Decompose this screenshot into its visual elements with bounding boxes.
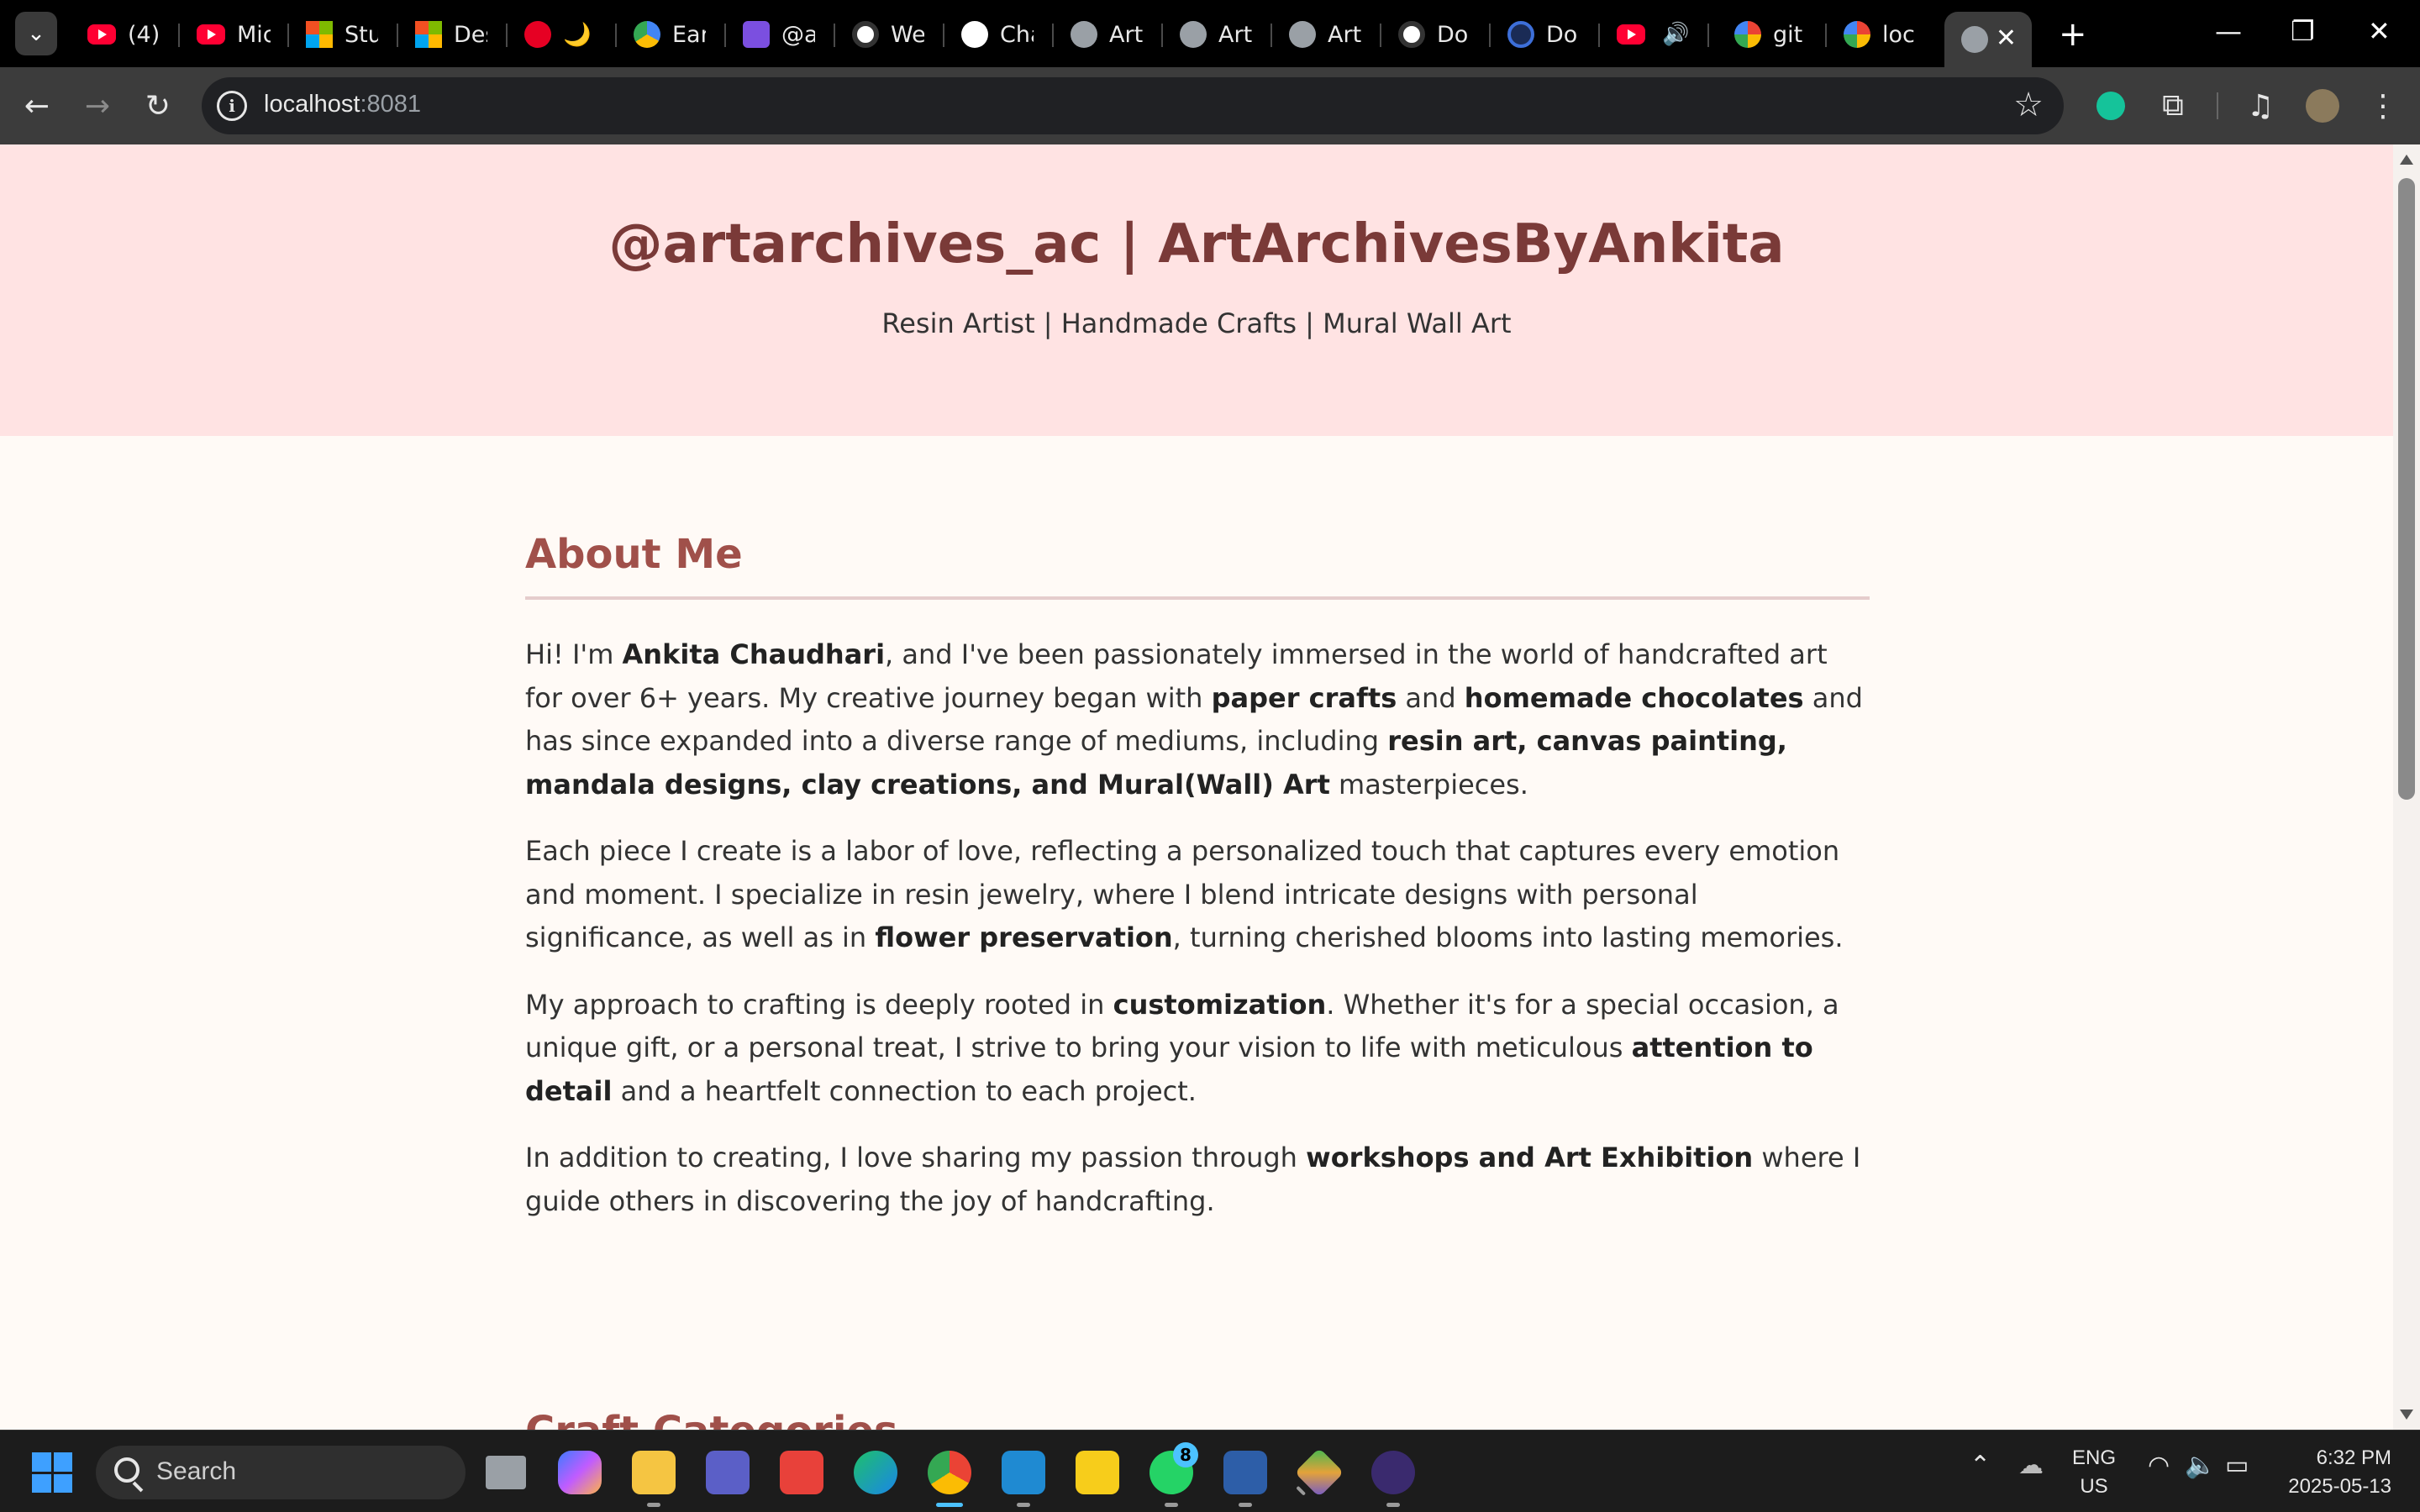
extensions-puzzle-icon[interactable]: ⧉ [2153, 86, 2193, 126]
tab[interactable]: Cha [944, 12, 1054, 57]
tab[interactable]: We [835, 12, 944, 57]
tab[interactable]: (4) [71, 12, 180, 57]
vscode-icon[interactable] [1002, 1451, 1045, 1507]
scroll-thumb[interactable] [2398, 178, 2415, 800]
openai-icon [852, 21, 879, 48]
calendar-icon [743, 21, 770, 48]
windows-start-icon[interactable] [32, 1452, 72, 1493]
tab[interactable]: Art [1054, 12, 1163, 57]
site-info-icon[interactable]: i [217, 91, 247, 121]
onedrive-icon[interactable]: ☁ [2018, 1451, 2044, 1480]
google-icon [1844, 21, 1870, 48]
tab[interactable]: Art [1163, 12, 1272, 57]
git-app-icon[interactable] [1294, 1447, 1344, 1498]
whatsapp-badge: 8 [1173, 1442, 1198, 1467]
speaker-icon: 🔊 [1662, 22, 1690, 47]
show-hidden-icons-icon[interactable]: ⌃ [1970, 1451, 1991, 1480]
close-window-icon[interactable]: ✕ [2368, 15, 2391, 47]
address-bar[interactable]: i localhost:8081 ☆ [202, 77, 2064, 134]
globe-icon [1180, 21, 1207, 48]
youtube-icon [197, 24, 225, 45]
about-section: About Me Hi! I'm Ankita Chaudhari, and I… [525, 531, 1870, 1223]
profile-avatar[interactable] [2302, 86, 2343, 126]
about-paragraph-4: In addition to creating, I love sharing … [525, 1142, 1861, 1217]
docs-icon [1507, 21, 1534, 48]
wifi-icon[interactable]: ◠ [2148, 1451, 2170, 1480]
language-indicator[interactable]: ENG US [2072, 1444, 2116, 1501]
scroll-down-arrow-icon[interactable] [2400, 1410, 2413, 1420]
restore-icon[interactable]: ❐ [2291, 15, 2315, 47]
whatsapp-icon[interactable]: 8 [1150, 1442, 1198, 1507]
pinterest-icon [524, 21, 551, 48]
tab[interactable]: @a [726, 12, 835, 57]
tab[interactable]: 🌙 . [508, 12, 617, 57]
system-clock[interactable]: 6:32 PM 2025-05-13 [2274, 1444, 2391, 1501]
tab-active[interactable]: ✕ [1944, 12, 2032, 67]
globe-icon [1289, 21, 1316, 48]
tab[interactable]: git [1718, 12, 1827, 57]
openai-icon [1398, 21, 1425, 48]
tab[interactable]: Des [398, 12, 508, 57]
tab[interactable]: Stu [289, 12, 398, 57]
browser-toolbar: ← → ↻ i localhost:8081 ☆ ⧉ ♫ ⋮ [0, 67, 2420, 144]
microsoft-icon [306, 21, 333, 48]
scroll-up-arrow-icon[interactable] [2400, 155, 2413, 165]
new-tab-button[interactable]: + [2059, 15, 2087, 54]
chevron-down-icon: ⌄ [27, 21, 45, 46]
anydesk-icon[interactable] [780, 1451, 823, 1494]
url-text: localhost:8081 [264, 91, 422, 118]
copilot-icon[interactable] [558, 1451, 602, 1494]
globe-icon [1071, 21, 1097, 48]
tab[interactable]: Mic [180, 12, 289, 57]
tab[interactable]: loc [1827, 12, 1936, 57]
volume-icon[interactable]: 🔈 [2185, 1451, 2216, 1480]
hero-header: @artarchives_ac | ArtArchivesByAnkita Re… [0, 144, 2393, 436]
youtube-icon [1617, 24, 1645, 45]
media-control-icon[interactable]: ♫ [2240, 86, 2281, 126]
site-subtitle: Resin Artist | Handmade Crafts | Mural W… [881, 307, 1512, 339]
about-paragraph-2: Each piece I create is a labor of love, … [525, 835, 1844, 953]
about-paragraph-1: Hi! I'm Ankita Chaudhari, and I've been … [525, 638, 1863, 801]
windows-taskbar: Search 8 ⌃ ☁ ENG US ◠ 🔈 ▭ 6:32 PM 2025-05-… [0, 1430, 2420, 1512]
page-scrollbar[interactable] [2393, 144, 2420, 1430]
menu-kebab-icon[interactable]: ⋮ [2363, 86, 2403, 126]
task-view-icon[interactable] [486, 1456, 526, 1489]
sticky-notes-icon[interactable] [1076, 1451, 1119, 1494]
site-title: @artarchives_ac | ArtArchivesByAnkita [608, 213, 1785, 276]
search-icon [114, 1457, 139, 1483]
teams-icon[interactable] [706, 1451, 750, 1494]
tab[interactable]: Do [1491, 12, 1600, 57]
tab-search-button[interactable]: ⌄ [15, 12, 57, 55]
cloud-icon [634, 21, 660, 48]
edge-icon[interactable] [854, 1451, 897, 1494]
taskbar-search[interactable]: Search [96, 1446, 466, 1499]
file-explorer-icon[interactable] [632, 1451, 676, 1507]
media-app-icon[interactable] [1371, 1451, 1415, 1507]
battery-icon[interactable]: ▭ [2225, 1451, 2249, 1480]
microsoft-icon [415, 21, 442, 48]
extension-icon[interactable] [2091, 86, 2131, 126]
powershell-icon[interactable] [1223, 1451, 1267, 1507]
github-icon [961, 21, 988, 48]
tab[interactable]: Do [1381, 12, 1491, 57]
minimize-icon[interactable]: — [2215, 15, 2242, 47]
about-paragraph-3: My approach to crafting is deeply rooted… [525, 988, 1839, 1107]
about-heading: About Me [525, 531, 1870, 600]
tab[interactable]: Ear [617, 12, 726, 57]
close-tab-icon[interactable]: ✕ [1996, 24, 2017, 53]
tab[interactable]: Art [1272, 12, 1381, 57]
reload-button[interactable]: ↻ [136, 84, 180, 128]
tab[interactable]: 🔊 [1600, 12, 1709, 57]
google-icon [1734, 21, 1761, 48]
bookmark-star-icon[interactable]: ☆ [2013, 86, 2044, 124]
forward-button[interactable]: → [76, 84, 119, 128]
tab-strip: ⌄ (4) Mic Stu Des 🌙 . Ear @a We Cha Art … [0, 0, 2420, 67]
youtube-icon [87, 24, 116, 45]
back-button[interactable]: ← [15, 84, 59, 128]
craft-categories-heading: Craft Categories [525, 1408, 898, 1430]
chrome-icon[interactable] [928, 1451, 971, 1507]
web-page: @artarchives_ac | ArtArchivesByAnkita Re… [0, 144, 2393, 1430]
globe-icon [1961, 26, 1988, 53]
